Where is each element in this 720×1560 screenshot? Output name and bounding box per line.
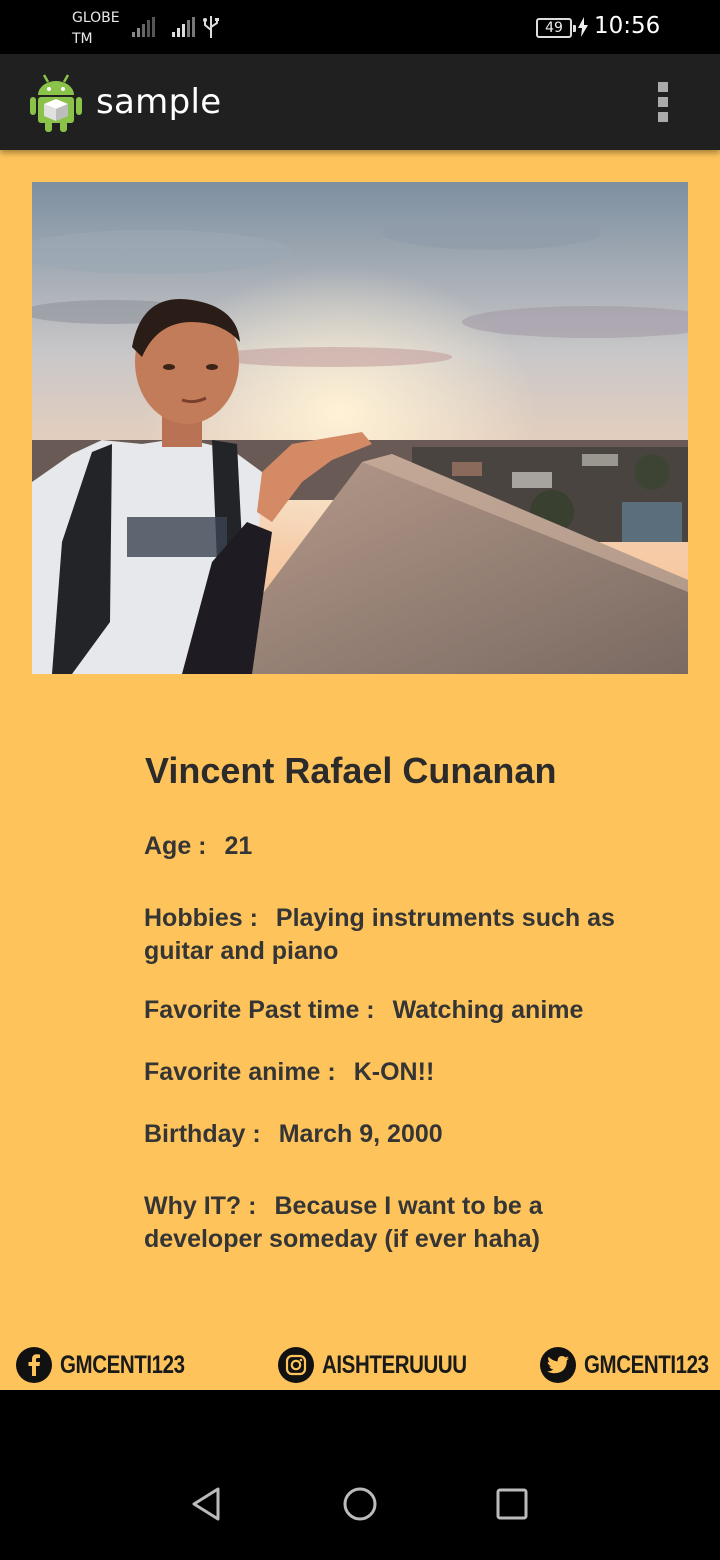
why-it-field: Why IT? : Because I want to be a develope…: [144, 1190, 664, 1256]
field-label: Favorite anime :: [144, 1058, 336, 1086]
clock: 10:56: [594, 13, 661, 39]
field-label: Hobbies :: [144, 904, 258, 932]
signal-icon: [132, 17, 156, 37]
field-label: Favorite Past time :: [144, 996, 375, 1024]
field-value: K-ON!!: [353, 1058, 435, 1086]
field-value: 21: [224, 832, 253, 860]
home-button[interactable]: [342, 1486, 378, 1527]
hobbies-field: Hobbies : Playing instruments such as gui…: [144, 902, 664, 968]
field-value: March 9, 2000: [278, 1120, 443, 1148]
instagram-link[interactable]: AISHTERUUUU: [278, 1346, 498, 1384]
signal-icon-2: [172, 17, 196, 37]
profile-photo: [32, 182, 688, 674]
overflow-menu-button[interactable]: [646, 78, 682, 126]
field-value: Watching anime: [392, 996, 584, 1024]
charging-bolt-icon: [578, 17, 588, 42]
carrier-name: GLOBE TM: [72, 10, 120, 47]
recents-square-icon: [496, 1488, 528, 1520]
battery-indicator: 49: [536, 18, 576, 38]
system-nav-bar: [0, 1390, 720, 1560]
dot-icon: [658, 97, 668, 107]
facebook-link[interactable]: GMCENTI123: [16, 1346, 212, 1384]
status-bar: GLOBE TM 49 10:56: [0, 0, 720, 54]
facebook-icon: [16, 1347, 52, 1383]
instagram-handle: AISHTERUUUU: [322, 1350, 467, 1379]
twitter-handle: GMCENTI123: [584, 1350, 709, 1379]
recents-button[interactable]: [496, 1488, 528, 1525]
app-title: sample: [96, 82, 222, 122]
field-label: Age :: [144, 832, 207, 860]
app-bar: sample: [0, 54, 720, 150]
instagram-icon: [278, 1347, 314, 1383]
back-triangle-icon: [192, 1487, 220, 1521]
facebook-handle: GMCENTI123: [60, 1350, 185, 1379]
home-circle-icon: [343, 1487, 377, 1521]
birthday-field: Birthday : March 9, 2000: [144, 1118, 664, 1151]
twitter-link[interactable]: GMCENTI123: [540, 1346, 720, 1384]
profile-name: Vincent Rafael Cunanan: [145, 750, 557, 791]
usb-icon: [202, 16, 220, 43]
twitter-icon: [540, 1347, 576, 1383]
field-label: Why IT? :: [144, 1192, 257, 1220]
favorite-anime-field: Favorite anime : K-ON!!: [144, 1056, 664, 1089]
dot-icon: [658, 82, 668, 92]
age-field: Age : 21: [144, 830, 664, 863]
past-time-field: Favorite Past time : Watching anime: [144, 994, 664, 1027]
profile-content: Vincent Rafael Cunanan Age : 21 Hobbies :…: [0, 150, 720, 1390]
field-label: Birthday :: [144, 1120, 261, 1148]
android-app-icon: [28, 71, 84, 138]
dot-icon: [658, 112, 668, 122]
back-button[interactable]: [190, 1486, 222, 1527]
